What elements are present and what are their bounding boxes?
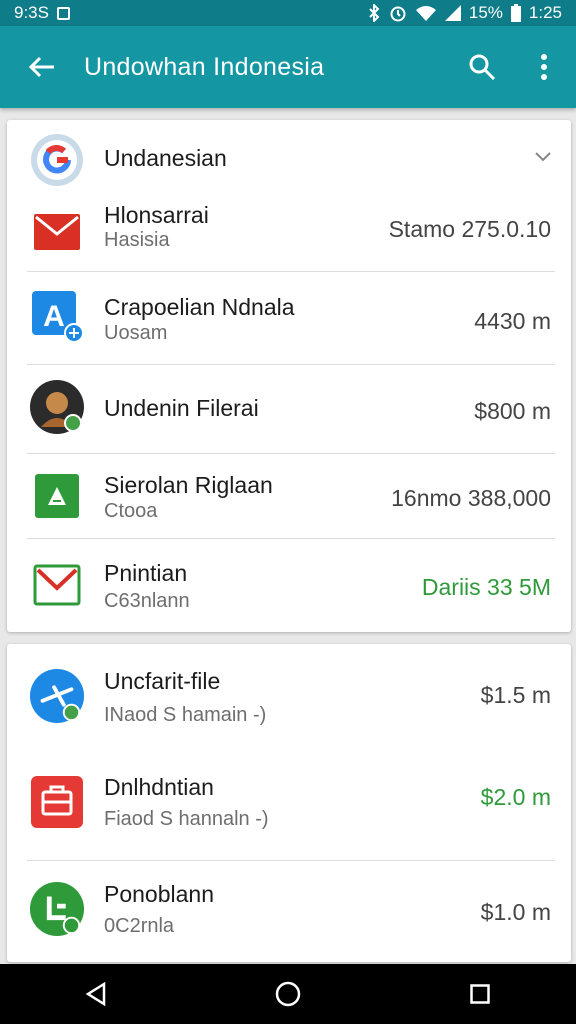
item-amount: $1.0 m <box>480 899 551 925</box>
card-header[interactable]: Undanesian <box>7 120 571 198</box>
search-button[interactable] <box>452 26 512 108</box>
list-item[interactable]: Uncfarit-file INaod S hamain -) $1.5 m <box>7 644 571 752</box>
item-title: Pnintian <box>104 560 188 586</box>
status-notification-text: 9:3S <box>14 3 49 22</box>
item-title: Undenin Filerai <box>104 395 259 421</box>
nav-back-button[interactable] <box>66 964 126 1024</box>
list-item[interactable]: A Crapoelian Ndnala Uosam 4430 m <box>7 272 571 364</box>
list-item[interactable]: Pnintian C63nlann Dariis 33 5M <box>7 539 571 631</box>
wifi-icon <box>415 6 436 21</box>
back-button[interactable] <box>0 26 84 108</box>
item-amount: $2.0 m <box>480 784 551 810</box>
phone-icon <box>29 881 85 937</box>
list-item[interactable]: Hlonsarrai Hasisia Stamo 275.0.10 <box>7 198 571 272</box>
navigation-bar <box>0 964 576 1024</box>
item-subtitle: Hasisia <box>104 229 170 251</box>
battery-icon <box>510 4 521 22</box>
item-amount: $1.5 m <box>480 682 551 708</box>
item-title: Hlonsarrai <box>104 202 209 228</box>
notification-icon <box>56 6 70 20</box>
more-vert-icon <box>541 54 547 80</box>
list-item[interactable]: Dnlhdntian Fiaod S hannaln -) $2.0 m <box>7 752 571 860</box>
item-title: Crapoelian Ndnala <box>104 294 295 320</box>
card-header-label: Undanesian <box>104 145 227 171</box>
transactions-card: Uncfarit-file INaod S hamain -) $1.5 m D… <box>7 644 571 962</box>
item-amount: Dariis 33 5M <box>421 574 551 600</box>
item-subtitle: INaod S hamain -) <box>104 704 267 726</box>
item-amount: 4430 m <box>474 308 551 334</box>
overflow-menu-button[interactable] <box>512 26 576 108</box>
item-subtitle: Ctooa <box>104 500 158 522</box>
app-a-icon: A <box>29 288 85 344</box>
gmail-icon <box>29 557 85 613</box>
item-amount: $800 m <box>474 398 551 424</box>
square-recents-icon <box>470 984 490 1004</box>
battery-percent: 15% <box>468 3 503 22</box>
nav-recents-button[interactable] <box>450 964 510 1024</box>
app-bar: Undowhan Indonesia <box>0 26 576 108</box>
item-title: Sierolan Riglaan <box>104 472 273 498</box>
bluetooth-icon <box>369 4 380 22</box>
item-title: Ponoblann <box>104 881 214 907</box>
account-card: Undanesian Hlonsarrai Hasisia Stamo 275.… <box>7 120 571 632</box>
list-item[interactable]: Ponoblann 0C2rnla $1.0 m <box>7 861 571 961</box>
item-amount: Stamo 275.0.10 <box>388 216 551 242</box>
item-title: Uncfarit-file <box>104 668 221 694</box>
item-subtitle: Uosam <box>104 322 168 344</box>
triangle-back-icon <box>85 982 106 1006</box>
circle-home-icon <box>275 981 301 1007</box>
mail-icon <box>29 204 85 260</box>
list-item[interactable]: Sierolan Riglaan Ctooa 16nmo 388,000 <box>7 454 571 538</box>
drive-icon <box>29 468 85 524</box>
item-subtitle: Fiaod S hannaln -) <box>104 808 269 830</box>
plane-icon <box>29 668 85 724</box>
svg-text:A: A <box>43 300 65 333</box>
item-title: Dnlhdntian <box>104 774 214 800</box>
chevron-down-icon <box>535 152 551 162</box>
clock: 1:25 <box>528 3 562 22</box>
signal-icon <box>444 5 461 21</box>
status-bar: 9:3S 15% 1:25 <box>0 0 576 26</box>
item-subtitle: 0C2rnla <box>104 915 175 937</box>
page-title: Undowhan Indonesia <box>84 52 325 81</box>
nav-home-button[interactable] <box>258 964 318 1024</box>
google-icon <box>29 132 85 188</box>
bag-icon <box>29 774 85 830</box>
item-amount: 16nmo 388,000 <box>391 485 551 511</box>
item-subtitle: C63nlann <box>104 590 190 612</box>
alarm-icon <box>390 6 406 22</box>
avatar-icon <box>29 379 85 435</box>
list-item[interactable]: Undenin Filerai $800 m <box>7 365 571 453</box>
search-icon <box>469 54 496 81</box>
arrow-left-icon <box>28 56 54 78</box>
